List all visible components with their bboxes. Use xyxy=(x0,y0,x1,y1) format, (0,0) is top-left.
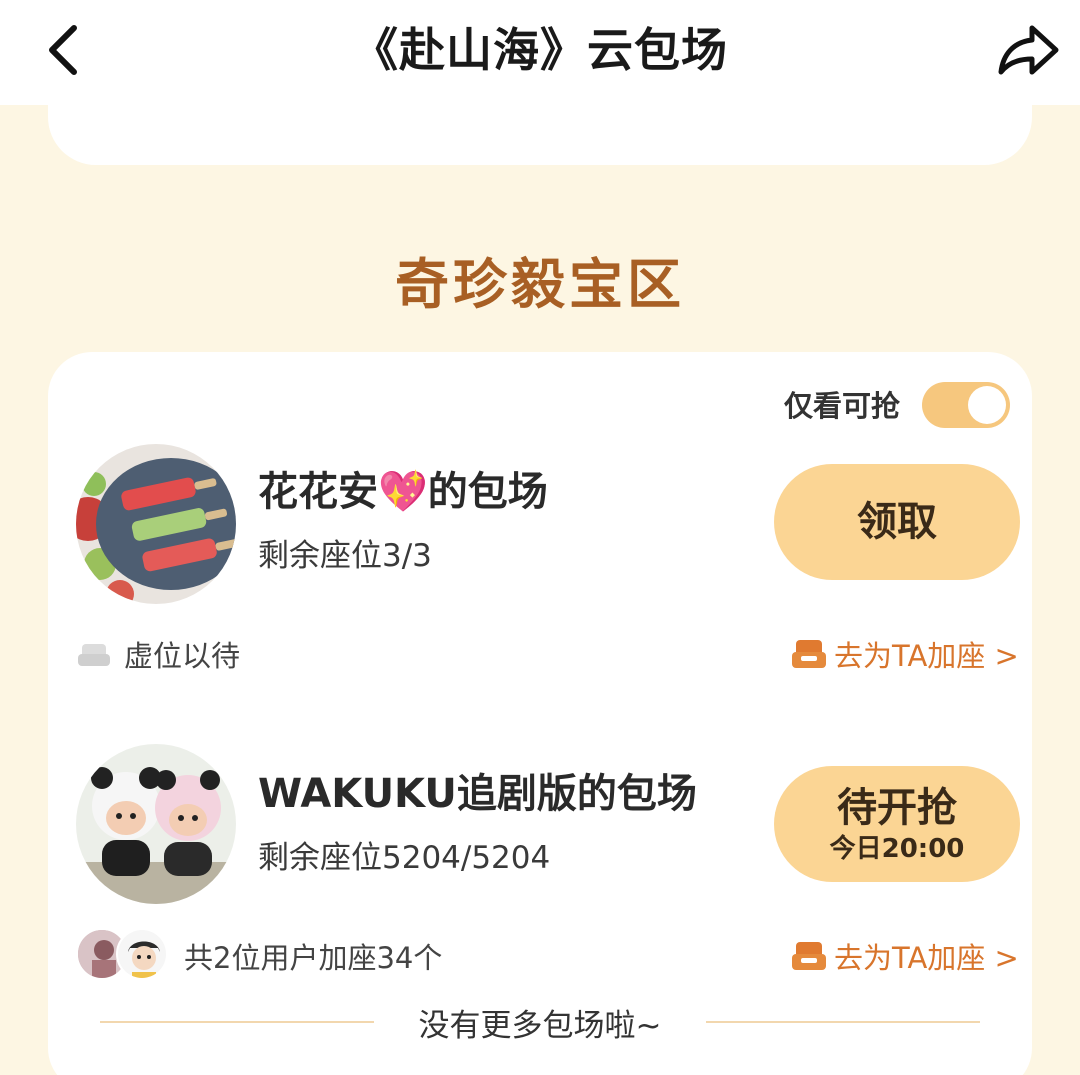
filter-label: 仅看可抢 xyxy=(784,389,901,423)
remaining-seats: 剩余座位5204/5204 xyxy=(258,840,551,876)
add-seat-link[interactable]: 去为TA加座 > xyxy=(790,634,1019,674)
panda-dolls-photo xyxy=(76,744,236,904)
seat-icon xyxy=(792,640,826,668)
row-meta-left: 虚位以待 xyxy=(76,634,240,674)
add-seat-text: 去为TA加座 > xyxy=(834,639,1019,673)
grab-time: 今日20:00 xyxy=(829,834,965,864)
row-avatar[interactable] xyxy=(76,444,236,604)
claim-button-label: 领取 xyxy=(857,499,937,545)
no-more-note: 没有更多包场啦~ xyxy=(0,998,1080,1046)
no-more-text: 没有更多包场啦~ xyxy=(418,1007,662,1044)
row-avatar[interactable] xyxy=(76,744,236,904)
added-seats-summary: 共2位用户加座34个 xyxy=(184,941,443,975)
available-only-toggle[interactable] xyxy=(922,382,1010,428)
empty-seat-text: 虚位以待 xyxy=(124,639,241,673)
share-button[interactable] xyxy=(992,16,1064,84)
add-seat-text: 去为TA加座 > xyxy=(834,941,1019,975)
row-meta-left: 共2位用户加座34个 xyxy=(76,928,443,980)
page-title: 《赴山海》云包场 xyxy=(352,23,728,77)
row-title[interactable]: WAKUKU追剧版的包场 xyxy=(258,766,697,822)
share-arrow-icon xyxy=(998,25,1059,75)
avatar xyxy=(116,928,168,980)
pending-grab-button[interactable]: 待开抢 今日20:00 xyxy=(774,766,1020,882)
row-title[interactable]: 花花安💖的包场 xyxy=(258,464,548,520)
toggle-knob xyxy=(968,386,1006,424)
claim-button[interactable]: 领取 xyxy=(774,464,1020,580)
section-title: 奇珍毅宝区 xyxy=(395,253,685,316)
add-seat-link[interactable]: 去为TA加座 > xyxy=(790,936,1019,976)
empty-seat-icon xyxy=(78,644,110,666)
popsicle-photo xyxy=(76,444,236,604)
remaining-seats: 剩余座位3/3 xyxy=(258,538,432,574)
pending-grab-label: 待开抢 xyxy=(837,785,957,831)
user-avatars xyxy=(76,928,172,984)
seat-icon xyxy=(792,942,826,970)
nav-header: 《赴山海》云包场 xyxy=(0,0,1080,105)
